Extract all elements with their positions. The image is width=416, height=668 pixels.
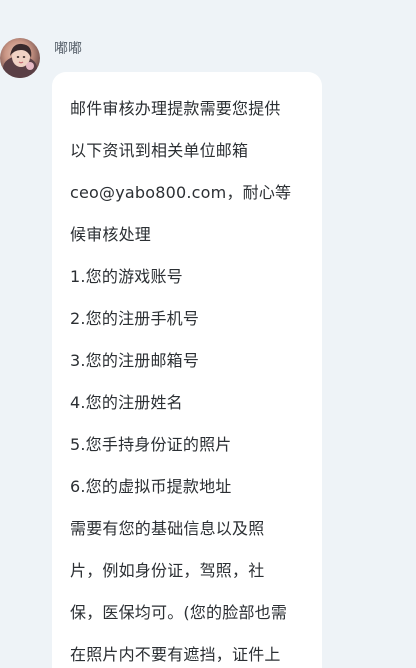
message-line: 1.您的游戏账号: [70, 267, 183, 286]
message-line: 在照片内不要有遮挡，证件上: [70, 645, 281, 664]
message-line: 邮件审核办理提款需要您提供: [70, 99, 281, 118]
avatar-photo-icon: [3, 43, 37, 78]
message-line: 候审核处理: [70, 225, 152, 244]
message-line: 片，例如身份证，驾照，社: [70, 561, 265, 580]
message-line: 2.您的注册手机号: [70, 309, 200, 328]
message-line: 4.您的注册姓名: [70, 393, 183, 412]
message-line: ceo@yabo800.com，耐心等: [70, 183, 292, 202]
sender-name: 嘟嘟: [54, 41, 82, 57]
chat-screen: 嘟嘟 邮件审核办理提款需要您提供 以下资讯到相关单位邮箱 ceo@yabo800…: [0, 0, 416, 668]
message-bubble[interactable]: 邮件审核办理提款需要您提供 以下资讯到相关单位邮箱 ceo@yabo800.co…: [52, 72, 322, 668]
message-line: 5.您手持身份证的照片: [70, 435, 232, 454]
message-line: 保，医保均可。(您的脸部也需: [70, 603, 288, 622]
message-line: 需要有您的基础信息以及照: [70, 519, 265, 538]
message-line: 3.您的注册邮箱号: [70, 351, 200, 370]
message-line: 6.您的虚拟币提款地址: [70, 477, 232, 496]
avatar[interactable]: [0, 38, 40, 78]
message-line: 以下资讯到相关单位邮箱: [70, 141, 249, 160]
